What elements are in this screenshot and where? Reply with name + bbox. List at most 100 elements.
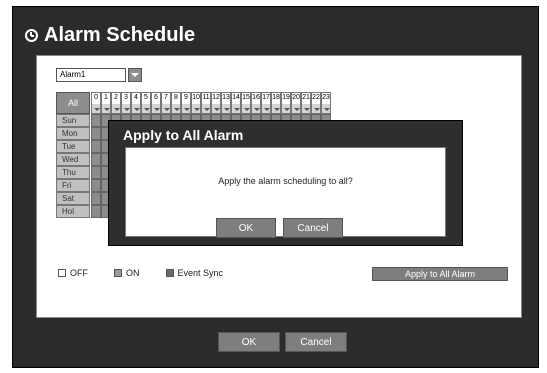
triangle-down-icon (184, 108, 190, 111)
on-swatch (114, 269, 122, 277)
day-label[interactable]: Tue (56, 140, 90, 153)
hour-header-18[interactable]: 18 (271, 92, 281, 114)
hour-label: 17 (262, 93, 270, 104)
day-label[interactable]: Sun (56, 114, 90, 127)
hour-label: 23 (322, 93, 330, 104)
hour-header-17[interactable]: 17 (261, 92, 271, 114)
off-swatch (58, 269, 66, 277)
hour-header: All 0 1 2 3 4 5 6 7 8 9 10 11 12 13 14 15 16 17 18 19 20 21 22… (56, 92, 331, 114)
triangle-down-icon (294, 108, 300, 111)
hour-header-2[interactable]: 2 (111, 92, 121, 114)
schedule-cell[interactable] (91, 127, 101, 140)
hour-header-21[interactable]: 21 (301, 92, 311, 114)
day-label[interactable]: Sat (56, 192, 90, 205)
triangle-down-icon (174, 108, 180, 111)
alarm-select-value: Alarm1 (56, 68, 126, 82)
hour-header-15[interactable]: 15 (241, 92, 251, 114)
triangle-down-icon (164, 108, 170, 111)
legend: OFF ON Event Sync (58, 268, 223, 278)
chevron-down-icon[interactable] (128, 68, 142, 82)
triangle-down-icon (264, 108, 270, 111)
schedule-cell[interactable] (91, 153, 101, 166)
hour-header-13[interactable]: 13 (221, 92, 231, 114)
triangle-down-icon (124, 108, 130, 111)
hour-header-23[interactable]: 23 (321, 92, 331, 114)
triangle-down-icon (284, 108, 290, 111)
legend-event-sync: Event Sync (177, 268, 224, 278)
hour-label: 1 (102, 93, 110, 104)
all-button[interactable]: All (56, 92, 90, 114)
hour-header-0[interactable]: 0 (91, 92, 101, 114)
hour-label: 8 (172, 93, 180, 104)
hour-label: 20 (292, 93, 300, 104)
window-title: Alarm Schedule (44, 23, 196, 46)
triangle-down-icon (154, 108, 160, 111)
event-sync-swatch (165, 269, 174, 277)
triangle-down-icon (114, 108, 120, 111)
hour-label: 10 (192, 93, 200, 104)
day-label[interactable]: Thu (56, 166, 90, 179)
hour-label: 7 (162, 93, 170, 104)
hour-label: 5 (142, 93, 150, 104)
triangle-down-icon (244, 108, 250, 111)
hour-header-9[interactable]: 9 (181, 92, 191, 114)
hour-header-16[interactable]: 16 (251, 92, 261, 114)
triangle-down-icon (324, 108, 330, 111)
hour-header-11[interactable]: 11 (201, 92, 211, 114)
legend-off: OFF (70, 268, 88, 278)
triangle-down-icon (214, 108, 220, 111)
hour-header-5[interactable]: 5 (141, 92, 151, 114)
hour-label: 19 (282, 93, 290, 104)
hour-label: 15 (242, 93, 250, 104)
hour-header-6[interactable]: 6 (151, 92, 161, 114)
hour-header-4[interactable]: 4 (131, 92, 141, 114)
day-label[interactable]: Mon (56, 127, 90, 140)
hour-label: 14 (232, 93, 240, 104)
schedule-cell[interactable] (91, 205, 101, 218)
hour-label: 18 (272, 93, 280, 104)
day-label[interactable]: Fri (56, 179, 90, 192)
triangle-down-icon (254, 108, 260, 111)
hour-header-3[interactable]: 3 (121, 92, 131, 114)
hour-header-10[interactable]: 10 (191, 92, 201, 114)
hour-header-8[interactable]: 8 (171, 92, 181, 114)
hour-label: 11 (202, 93, 210, 104)
dialog-message: Apply the alarm scheduling to all? (218, 176, 353, 186)
title-bar: Alarm Schedule (25, 15, 195, 55)
triangle-down-icon (104, 108, 110, 111)
apply-to-all-alarm-button[interactable]: Apply to All Alarm (372, 267, 508, 281)
cancel-button[interactable]: Cancel (285, 332, 347, 352)
clock-icon (25, 28, 38, 42)
triangle-down-icon (144, 108, 150, 111)
triangle-down-icon (224, 108, 230, 111)
ok-button[interactable]: OK (218, 332, 280, 352)
hour-header-12[interactable]: 12 (211, 92, 221, 114)
triangle-down-icon (134, 108, 140, 111)
hour-label: 16 (252, 93, 260, 104)
day-label[interactable]: Wed (56, 153, 90, 166)
triangle-down-icon (194, 108, 200, 111)
hour-header-1[interactable]: 1 (101, 92, 111, 114)
hour-header-22[interactable]: 22 (311, 92, 321, 114)
triangle-down-icon (314, 108, 320, 111)
hour-header-19[interactable]: 19 (281, 92, 291, 114)
schedule-cell[interactable] (91, 114, 101, 127)
schedule-cell[interactable] (91, 166, 101, 179)
day-label[interactable]: Hol (56, 205, 90, 218)
hour-label: 21 (302, 93, 310, 104)
hour-label: 6 (152, 93, 160, 104)
triangle-down-icon (304, 108, 310, 111)
schedule-cell[interactable] (91, 179, 101, 192)
hour-header-14[interactable]: 14 (231, 92, 241, 114)
dialog-ok-button[interactable]: OK (216, 218, 276, 238)
legend-on: ON (126, 268, 140, 278)
schedule-cell[interactable] (91, 192, 101, 205)
schedule-cell[interactable] (91, 140, 101, 153)
hour-label: 13 (222, 93, 230, 104)
triangle-down-icon (274, 108, 280, 111)
hour-header-20[interactable]: 20 (291, 92, 301, 114)
alarm-select[interactable]: Alarm1 (56, 68, 142, 82)
dialog-cancel-button[interactable]: Cancel (283, 218, 343, 238)
hour-label: 2 (112, 93, 120, 104)
hour-header-7[interactable]: 7 (161, 92, 171, 114)
